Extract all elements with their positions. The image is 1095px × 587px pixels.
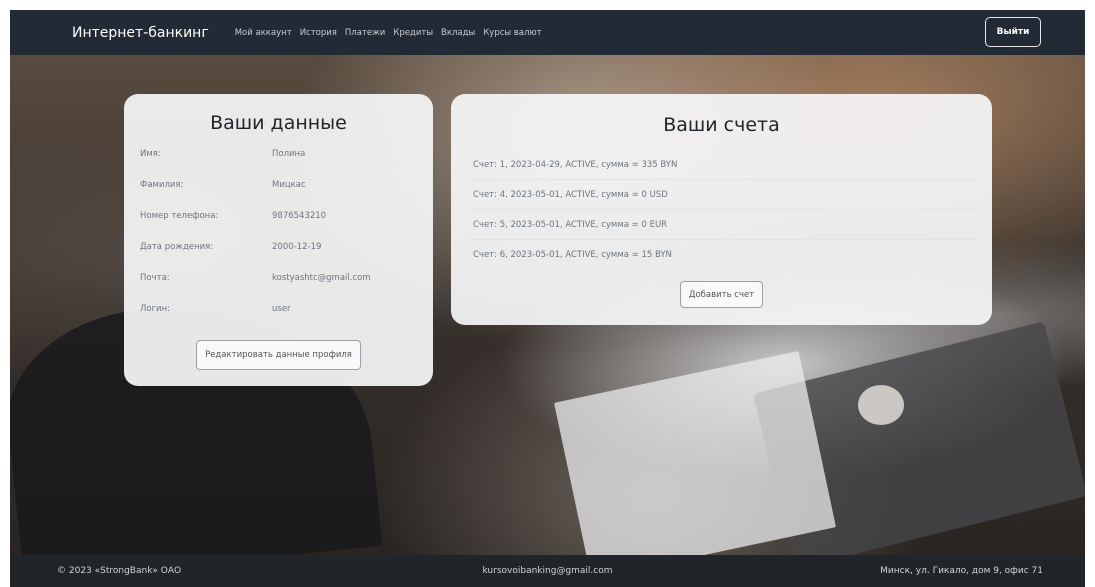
field-label: Логин: [140, 303, 171, 314]
brand-logo[interactable]: Интернет-банкинг [72, 25, 209, 41]
nav-links: Мой аккаунт История Платежи Кредиты Вкла… [235, 28, 542, 38]
account-list-item[interactable]: Счет: 4, 2023-05-01, ACTIVE, сумма = 0 U… [473, 180, 976, 210]
profile-info-table: Имя: Полина Фамилия: Мицкас Номер телефо… [124, 138, 433, 324]
profile-row-login: Логин: user [124, 293, 433, 324]
nav-link-exchange-rates[interactable]: Курсы валют [483, 28, 541, 38]
profile-row-phone: Номер телефона: 9876543210 [124, 200, 433, 231]
footer-address: Минск, ул. Гикало, дом 9, офис 71 [880, 566, 1043, 576]
field-label: Почта: [140, 272, 170, 283]
nav-link-history[interactable]: История [300, 28, 337, 38]
nav-link-payments[interactable]: Платежи [345, 28, 385, 38]
nav-link-credits[interactable]: Кредиты [393, 28, 433, 38]
field-label: Дата рождения: [140, 241, 214, 252]
nav-link-deposits[interactable]: Вклады [441, 28, 475, 38]
accounts-title: Ваши счета [663, 114, 780, 136]
field-value: 2000-12-19 [272, 241, 322, 252]
field-label: Имя: [140, 148, 161, 159]
field-value: Мицкас [272, 179, 306, 190]
edit-profile-button[interactable]: Редактировать данные профиля [196, 340, 361, 370]
field-label: Номер телефона: [140, 210, 219, 221]
profile-row-email: Почта: kostyashtc@gmail.com [124, 262, 433, 293]
footer: © 2023 «StrongBank» ОАО kursovoibanking@… [10, 555, 1085, 587]
accounts-list: Счет: 1, 2023-04-29, ACTIVE, сумма = 335… [473, 150, 976, 270]
add-account-button[interactable]: Добавить счет [679, 281, 764, 308]
account-list-item[interactable]: Счет: 5, 2023-05-01, ACTIVE, сумма = 0 E… [473, 210, 976, 240]
field-label: Фамилия: [140, 179, 184, 190]
profile-row-birth-date: Дата рождения: 2000-12-19 [124, 231, 433, 262]
background-cup-shape [858, 385, 904, 425]
profile-row-last-name: Фамилия: Мицкас [124, 169, 433, 200]
nav-link-my-account[interactable]: Мой аккаунт [235, 28, 292, 38]
field-value: Полина [272, 148, 306, 159]
account-list-item[interactable]: Счет: 1, 2023-04-29, ACTIVE, сумма = 335… [473, 150, 976, 180]
profile-title: Ваши данные [210, 112, 347, 134]
profile-card: Ваши данные Имя: Полина Фамилия: Мицкас … [124, 94, 433, 386]
navbar: Интернет-банкинг Мой аккаунт История Пла… [10, 10, 1085, 55]
account-list-item[interactable]: Счет: 6, 2023-05-01, ACTIVE, сумма = 15 … [473, 240, 976, 270]
field-value: user [272, 303, 291, 314]
field-value: kostyashtc@gmail.com [272, 272, 371, 283]
logout-button[interactable]: Выйти [985, 17, 1041, 47]
field-value: 9876543210 [272, 210, 327, 221]
app-frame: Интернет-банкинг Мой аккаунт История Пла… [10, 10, 1085, 587]
accounts-card: Ваши счета Счет: 1, 2023-04-29, ACTIVE, … [451, 94, 992, 325]
profile-row-first-name: Имя: Полина [124, 138, 433, 169]
